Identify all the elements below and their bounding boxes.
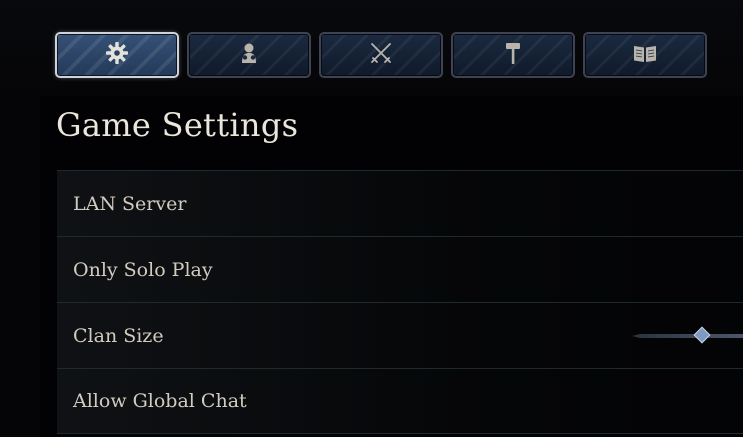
settings-list: LAN Server Only Solo Play Clan Size Allo… (57, 170, 743, 434)
crossed-swords-icon (368, 40, 394, 70)
hammer-icon (500, 40, 526, 70)
slider-track[interactable] (632, 334, 743, 338)
tab-game-settings[interactable] (55, 32, 179, 78)
setting-row-lan-server[interactable]: LAN Server (57, 170, 743, 236)
setting-label: Clan Size (73, 324, 164, 347)
setting-label: LAN Server (73, 192, 187, 215)
tab-building[interactable] (451, 32, 575, 78)
clan-size-slider[interactable] (632, 326, 743, 344)
slider-thumb[interactable] (693, 326, 711, 344)
setting-label: Only Solo Play (73, 258, 213, 281)
tab-character[interactable] (187, 32, 311, 78)
gear-icon (104, 40, 130, 70)
page-title: Game Settings (56, 106, 299, 144)
setting-row-allow-global-chat[interactable]: Allow Global Chat (57, 368, 743, 434)
tab-combat[interactable] (319, 32, 443, 78)
setting-label: Allow Global Chat (73, 390, 247, 412)
settings-tab-bar (55, 32, 707, 78)
setting-row-clan-size[interactable]: Clan Size (57, 302, 743, 368)
book-icon (632, 40, 658, 70)
tab-codex[interactable] (583, 32, 707, 78)
setting-row-only-solo-play[interactable]: Only Solo Play (57, 236, 743, 302)
character-icon (236, 40, 262, 70)
